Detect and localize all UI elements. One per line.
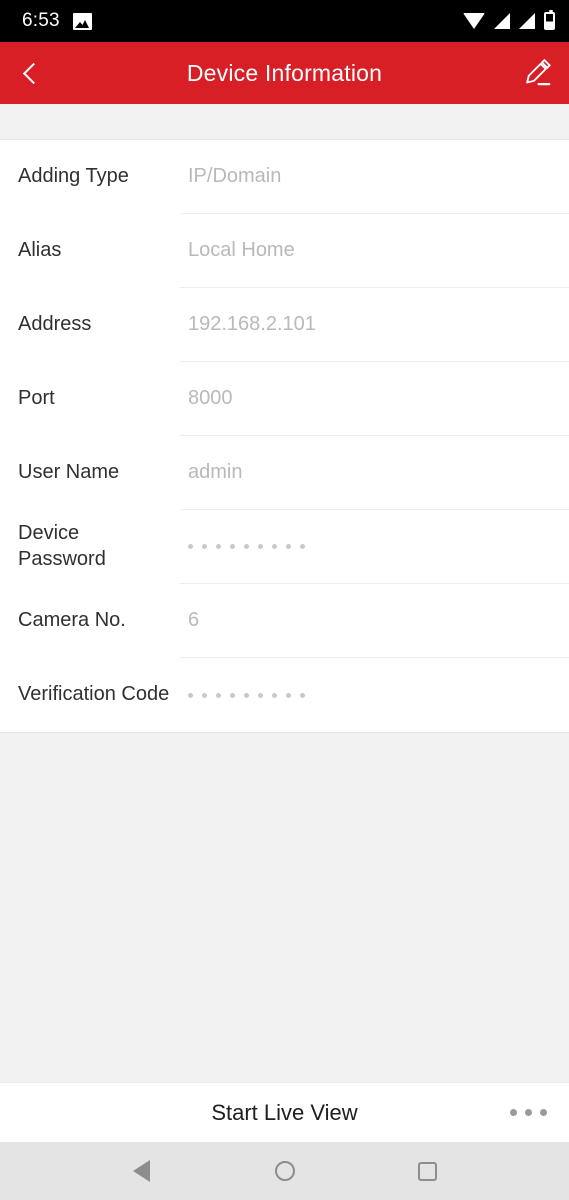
status-bar: 6:53 [0,0,569,42]
dot [216,544,221,549]
field-value[interactable]: admin [180,436,569,510]
field-row-user-name[interactable]: User Name admin [0,436,569,510]
status-bar-right [463,10,555,30]
chevron-left-icon [22,62,44,84]
field-row-port[interactable]: Port 8000 [0,362,569,436]
dot [216,692,221,698]
field-value[interactable]: Local Home [180,214,569,288]
android-nav-bar [0,1142,569,1200]
bottom-action-bar: Start Live View [0,1082,569,1142]
signal-icon-2 [519,13,535,29]
page-title: Device Information [186,59,383,86]
top-spacer [0,104,569,139]
device-info-form: Adding Type IP/Domain Alias Local Home A… [0,139,569,733]
pencil-edit-icon [526,58,551,86]
field-value[interactable]: 192.168.2.101 [180,288,569,362]
battery-icon [544,10,555,30]
status-bar-left: 6:53 [22,10,92,32]
dot [525,1109,532,1116]
field-value[interactable]: 8000 [180,362,569,436]
field-value[interactable] [180,658,569,732]
dot [202,544,207,549]
field-row-device-password[interactable]: Device Password [0,510,569,584]
dot [258,692,263,698]
overflow-dots-icon[interactable] [510,1083,547,1142]
field-label: Device Password [18,522,106,570]
nav-home-button[interactable] [257,1142,313,1200]
dot [286,692,291,698]
dot [188,692,193,698]
field-row-alias[interactable]: Alias Local Home [0,214,569,288]
dot [230,544,235,549]
field-label: Alias [18,239,62,262]
dot [300,692,305,698]
circle-home-icon [274,1161,295,1181]
nav-back-button[interactable] [114,1142,170,1200]
field-value[interactable] [180,510,569,584]
wifi-icon [463,13,485,29]
field-label: Camera No. [18,609,126,632]
field-value[interactable]: IP/Domain [180,140,569,214]
dot [300,544,305,549]
back-button[interactable] [0,42,62,104]
field-label: Adding Type [18,165,129,188]
dot [540,1109,547,1116]
square-recents-icon [418,1161,437,1181]
password-dots [188,544,305,549]
phone-screen: 6:53 Device Information Adding Type IP/D… [0,0,569,1200]
field-row-address[interactable]: Address 192.168.2.101 [0,288,569,362]
status-bar-clock: 6:53 [22,10,60,31]
dot [272,692,277,698]
field-value[interactable]: 6 [180,584,569,658]
field-row-verification-code[interactable]: Verification Code [0,658,569,732]
dot [230,692,235,698]
field-label: Verification Code [18,683,170,706]
field-row-camera-no[interactable]: Camera No. 6 [0,584,569,658]
dot [202,692,207,698]
field-label: Address [18,313,92,336]
edit-button[interactable] [507,42,569,104]
field-label: Port [18,387,55,410]
dot [258,544,263,549]
triangle-back-icon [133,1160,150,1182]
field-row-adding-type[interactable]: Adding Type IP/Domain [0,140,569,214]
dot [272,544,277,549]
start-live-view-button[interactable]: Start Live View [211,1100,357,1126]
dot [188,544,193,549]
field-label: User Name [18,461,120,484]
dot [244,544,249,549]
signal-icon-1 [494,13,510,29]
dot [244,692,249,698]
dot [510,1109,517,1116]
content-area: Adding Type IP/Domain Alias Local Home A… [0,104,569,1082]
verification-dots [188,692,305,698]
dot [286,544,291,549]
image-icon [72,12,92,30]
app-header: Device Information [0,42,569,104]
nav-recents-button[interactable] [400,1142,456,1200]
